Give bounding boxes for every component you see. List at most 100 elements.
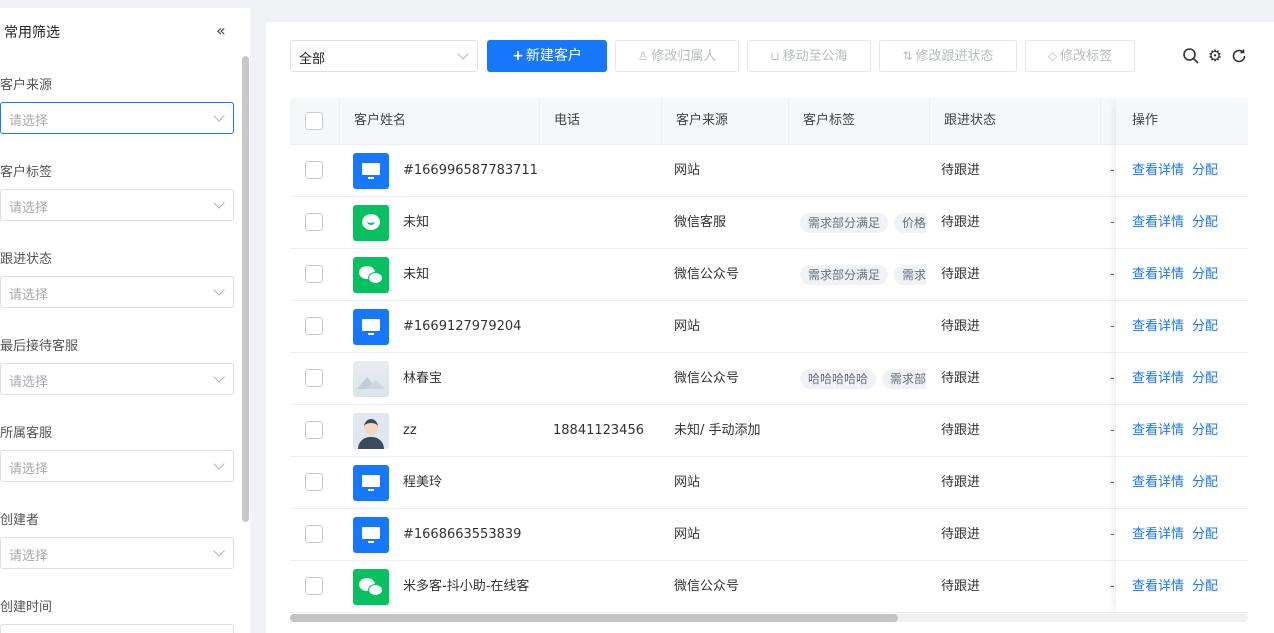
filter-select-source[interactable]: 请选择 xyxy=(0,102,234,134)
header-name: 客户姓名 xyxy=(340,98,540,145)
table-row: zz 18841123456 未知/ 手动添加 待跟进 - xyxy=(290,405,1248,457)
row-checkbox[interactable] xyxy=(305,317,323,335)
filter-select-last-agent[interactable]: 请选择 xyxy=(0,363,234,395)
row-actions: 查看详情 分配 xyxy=(1116,561,1248,613)
customer-name[interactable]: #166996587783711 xyxy=(403,145,540,196)
customer-tag: 价格 xyxy=(894,212,926,233)
row-checkbox[interactable] xyxy=(305,161,323,179)
row-actions: 查看详情 分配 xyxy=(1116,197,1248,249)
search-icon[interactable] xyxy=(1182,47,1200,65)
customer-name[interactable]: 程美玲 xyxy=(403,457,540,508)
filter-select-status[interactable]: 请选择 xyxy=(0,276,234,308)
change-owner-button[interactable]: ♙ 修改归属人 xyxy=(615,40,739,72)
double-chevron-left-icon[interactable]: « xyxy=(216,22,226,40)
chevron-down-icon xyxy=(213,284,225,296)
view-detail-link[interactable]: 查看详情 xyxy=(1132,371,1184,386)
view-detail-link[interactable]: 查看详情 xyxy=(1132,163,1184,178)
hidden-column-value: - xyxy=(1110,267,1115,282)
filter-select-creator[interactable]: 请选择 xyxy=(0,537,234,569)
hidden-column-value: - xyxy=(1110,215,1115,230)
assign-link[interactable]: 分配 xyxy=(1192,475,1218,490)
table-horizontal-scrollbar[interactable] xyxy=(290,614,898,622)
select-all-checkbox[interactable] xyxy=(305,112,323,130)
customer-tags xyxy=(800,457,926,508)
assign-link[interactable]: 分配 xyxy=(1192,371,1218,386)
view-detail-link[interactable]: 查看详情 xyxy=(1132,527,1184,542)
header-tags: 客户标签 xyxy=(789,98,930,145)
table-row: 林春宝 微信公众号 哈哈哈哈哈 需求部 待跟进 - xyxy=(290,353,1248,405)
wechat-avatar xyxy=(353,569,389,605)
user-icon: ♙ xyxy=(637,49,649,63)
filter-date-created-time[interactable] xyxy=(0,624,234,633)
filter-select-owner-agent[interactable]: 请选择 xyxy=(0,450,234,482)
customer-phone: 18841123456 xyxy=(553,423,644,438)
change-tags-button[interactable]: ◇ 修改标签 xyxy=(1025,40,1135,72)
customer-tag: 哈哈哈哈哈 xyxy=(800,368,877,389)
row-checkbox[interactable] xyxy=(305,265,323,283)
filter-select-tags[interactable]: 请选择 xyxy=(0,189,234,221)
view-detail-link[interactable]: 查看详情 xyxy=(1132,475,1184,490)
view-detail-link[interactable]: 查看详情 xyxy=(1132,319,1184,334)
table-header: 客户姓名 电话 客户来源 客户标签 跟进状态 xyxy=(290,98,1248,145)
row-checkbox[interactable] xyxy=(305,473,323,491)
customer-name[interactable]: 未知 xyxy=(403,197,540,248)
actions-column: 操作 查看详情 分配 查看详情 分配 查看详情 分配 查看详情 分配 查看详情 分配 查看详情 分配查… xyxy=(1116,98,1248,614)
view-detail-link[interactable]: 查看详情 xyxy=(1132,423,1184,438)
move-to-pool-button[interactable]: ⊔ 移动至公海 xyxy=(747,40,871,72)
customer-phone xyxy=(553,145,658,196)
customer-tag: 需求部分满足 xyxy=(800,212,889,233)
assign-link[interactable]: 分配 xyxy=(1192,215,1218,230)
customer-tags xyxy=(800,509,926,560)
customer-name[interactable]: 林春宝 xyxy=(403,353,540,404)
refresh-icon[interactable] xyxy=(1230,47,1248,65)
follow-status: 待跟进 xyxy=(941,319,981,334)
chevron-down-icon xyxy=(213,371,225,383)
customer-name[interactable]: #1668663553839 xyxy=(403,509,540,560)
view-detail-link[interactable]: 查看详情 xyxy=(1132,215,1184,230)
filter-label-tags: 客户标签 xyxy=(0,165,53,180)
customer-tags xyxy=(800,145,926,196)
new-customer-button[interactable]: + 新建客户 xyxy=(487,40,607,72)
filter-label-owner-agent: 所属客服 xyxy=(0,426,53,441)
chevron-down-icon xyxy=(213,110,225,122)
row-checkbox[interactable] xyxy=(305,525,323,543)
row-checkbox[interactable] xyxy=(305,577,323,595)
assign-link[interactable]: 分配 xyxy=(1192,163,1218,178)
customer-tag: 需求 xyxy=(894,264,926,285)
sidebar-scrollbar[interactable] xyxy=(242,56,249,522)
assign-link[interactable]: 分配 xyxy=(1192,423,1218,438)
customer-source: 网站 xyxy=(674,527,701,542)
gear-icon[interactable]: ⚙ xyxy=(1206,47,1224,65)
table-row: 未知 微信客服 需求部分满足 价格 待跟进 - xyxy=(290,197,1248,249)
assign-link[interactable]: 分配 xyxy=(1192,579,1218,594)
follow-status: 待跟进 xyxy=(941,215,981,230)
table-row: 程美玲 网站 待跟进 - xyxy=(290,457,1248,509)
row-checkbox[interactable] xyxy=(305,421,323,439)
view-detail-link[interactable]: 查看详情 xyxy=(1132,267,1184,282)
assign-link[interactable]: 分配 xyxy=(1192,527,1218,542)
customer-tags: 需求部分满足 需求 xyxy=(800,249,926,300)
view-detail-link[interactable]: 查看详情 xyxy=(1132,579,1184,594)
customer-source: 微信公众号 xyxy=(674,267,740,282)
customer-name[interactable]: zz xyxy=(403,405,540,456)
customer-tag: 需求部分满足 xyxy=(800,264,889,285)
filter-label-status: 跟进状态 xyxy=(0,252,53,267)
customer-name[interactable]: 未知 xyxy=(403,249,540,300)
row-checkbox[interactable] xyxy=(305,213,323,231)
computer-avatar xyxy=(353,153,389,189)
scope-select[interactable]: 全部 xyxy=(290,40,478,72)
customer-name[interactable]: #1669127979204 xyxy=(403,301,540,352)
customer-source: 微信客服 xyxy=(674,215,727,230)
computer-avatar xyxy=(353,517,389,553)
change-status-button[interactable]: ⇅ 修改跟进状态 xyxy=(879,40,1017,72)
assign-link[interactable]: 分配 xyxy=(1192,319,1218,334)
assign-link[interactable]: 分配 xyxy=(1192,267,1218,282)
customer-source: 未知/ 手动添加 xyxy=(674,423,761,438)
row-checkbox[interactable] xyxy=(305,369,323,387)
customer-name[interactable]: 米多客-抖小助-在线客 xyxy=(403,561,540,612)
customer-table: 客户姓名 电话 客户来源 客户标签 跟进状态 #166996587783711 网… xyxy=(290,98,1248,614)
customer-phone xyxy=(553,301,658,352)
customer-source: 微信公众号 xyxy=(674,371,740,386)
follow-status: 待跟进 xyxy=(941,527,981,542)
plus-icon: + xyxy=(512,48,524,64)
